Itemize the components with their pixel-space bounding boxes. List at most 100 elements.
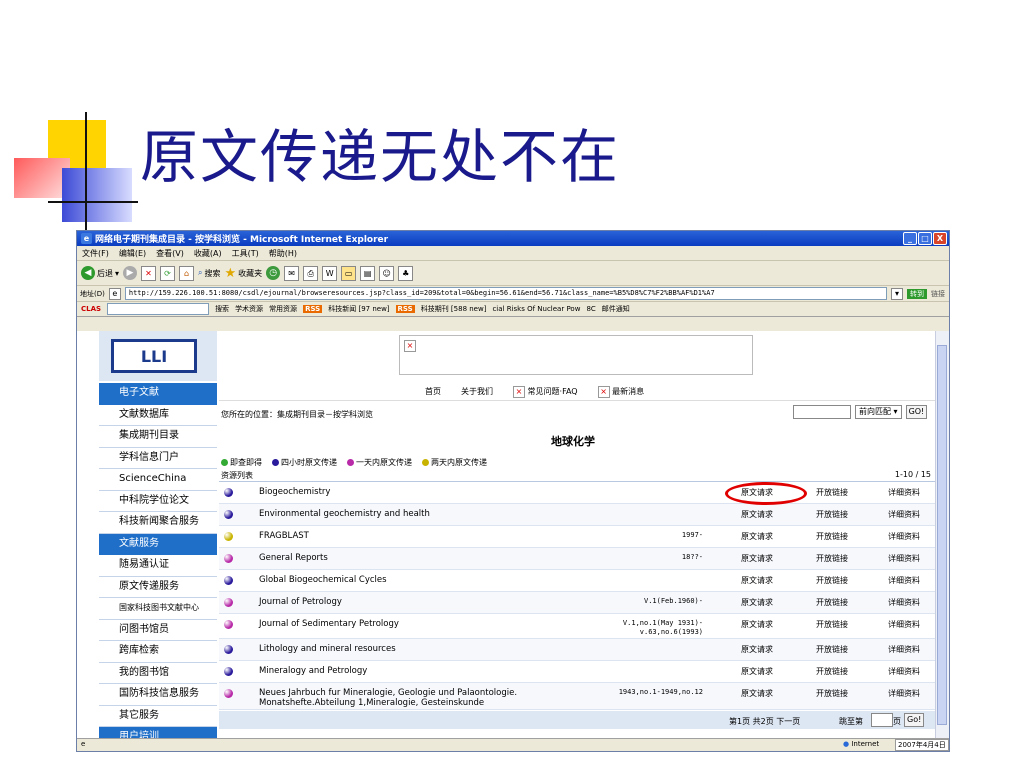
doc-request-link[interactable]: 原文请求 xyxy=(741,531,773,542)
close-button[interactable]: X xyxy=(933,232,947,245)
nav-item-other-services[interactable]: 其它服务 xyxy=(99,705,217,727)
linkbar-journal[interactable]: 科技期刊 [588 new] xyxy=(421,304,487,314)
nav-item-news-service[interactable]: 科技新闻聚合服务 xyxy=(99,512,217,534)
pager-go-button[interactable]: Go! xyxy=(904,713,925,727)
doc-request-link[interactable]: 原文请求 xyxy=(741,575,773,586)
nav-item-cross-search[interactable]: 跨库检索 xyxy=(99,641,217,663)
forward-button[interactable]: ▶ xyxy=(123,266,138,280)
open-link[interactable]: 开放链接 xyxy=(816,688,848,699)
details-link[interactable]: 详细资料 xyxy=(888,597,920,608)
pager-text[interactable]: 第1页 共2页 下一页 xyxy=(729,716,800,727)
back-button[interactable]: ◀ 后退 ▾ xyxy=(81,266,119,280)
nav-item-databases[interactable]: 文献数据库 xyxy=(99,404,217,426)
journal-title-link[interactable]: Journal of Petrology xyxy=(259,597,589,607)
details-link[interactable]: 详细资料 xyxy=(888,575,920,586)
library-logo[interactable]: LLI xyxy=(111,339,197,373)
linkbar-search[interactable]: 搜索 xyxy=(215,304,229,314)
doc-request-link[interactable]: 原文请求 xyxy=(741,509,773,520)
journal-title-link[interactable]: Journal of Sedimentary Petrology xyxy=(259,619,589,629)
open-link[interactable]: 开放链接 xyxy=(816,553,848,564)
refresh-icon[interactable]: ⟳ xyxy=(160,265,176,281)
journal-title-link[interactable]: Environmental geochemistry and health xyxy=(259,509,589,519)
open-link[interactable]: 开放链接 xyxy=(816,487,848,498)
doc-request-link[interactable]: 原文请求 xyxy=(741,553,773,564)
topnav-faq[interactable]: × 常见问题·FAQ xyxy=(513,385,578,398)
messenger-icon[interactable]: ☺ xyxy=(379,265,395,281)
details-link[interactable]: 详细资料 xyxy=(888,531,920,542)
journal-title-link[interactable]: Lithology and mineral resources xyxy=(259,644,589,654)
nav-item-auth[interactable]: 随易通认证 xyxy=(99,555,217,577)
linkbar-news[interactable]: 科技新闻 [97 new] xyxy=(328,304,389,314)
nav-item-sciencechina[interactable]: ScienceChina xyxy=(99,469,217,491)
journal-title-link[interactable]: Global Biogeochemical Cycles xyxy=(259,575,589,585)
go-button[interactable]: 转到 xyxy=(907,288,927,299)
linkbar-ticker[interactable]: cial Risks Of Nuclear Pow xyxy=(492,305,580,313)
details-link[interactable]: 详细资料 xyxy=(888,487,920,498)
linkbar-common[interactable]: 常用资源 xyxy=(269,304,297,314)
details-link[interactable]: 详细资料 xyxy=(888,619,920,630)
folder-icon[interactable]: ▭ xyxy=(341,265,357,281)
nav-item-theses[interactable]: 中科院学位论文 xyxy=(99,490,217,512)
page-number-input[interactable] xyxy=(871,713,893,727)
edit-icon[interactable]: W xyxy=(322,265,338,281)
users-icon[interactable]: ♣ xyxy=(398,265,414,281)
details-link[interactable]: 详细资料 xyxy=(888,644,920,655)
stop-icon[interactable]: ✕ xyxy=(141,265,157,281)
nav-item-subject-portal[interactable]: 学科信息门户 xyxy=(99,447,217,469)
nav-item-ask-librarian[interactable]: 问图书馆员 xyxy=(99,619,217,641)
nav-item-doc-delivery[interactable]: 原文传递服务 xyxy=(99,576,217,598)
match-select[interactable]: 前向匹配 ▾ xyxy=(855,405,902,419)
details-link[interactable]: 详细资料 xyxy=(888,666,920,677)
menu-favorites[interactable]: 收藏(A) xyxy=(194,248,222,259)
nav-item-defense-info[interactable]: 国防科技信息服务 xyxy=(99,684,217,706)
doc-request-link[interactable]: 原文请求 xyxy=(741,619,773,630)
details-link[interactable]: 详细资料 xyxy=(888,688,920,699)
journal-title-link[interactable]: Biogeochemistry xyxy=(259,487,589,497)
topnav-about[interactable]: 关于我们 xyxy=(461,386,493,397)
open-link[interactable]: 开放链接 xyxy=(816,644,848,655)
menu-view[interactable]: 查看(V) xyxy=(156,248,184,259)
doc-request-link[interactable]: 原文请求 xyxy=(741,688,773,699)
topnav-home[interactable]: 首页 xyxy=(425,386,441,397)
journal-title-link[interactable]: General Reports xyxy=(259,553,589,563)
linkbar-mail[interactable]: 邮件通知 xyxy=(602,304,630,314)
topnav-news[interactable]: × 最新消息 xyxy=(597,385,644,398)
journal-title-link[interactable]: FRAGBLAST xyxy=(259,531,589,541)
details-link[interactable]: 详细资料 xyxy=(888,509,920,520)
doc-request-link[interactable]: 原文请求 xyxy=(741,644,773,655)
scrollbar-thumb[interactable] xyxy=(937,345,947,725)
nav-item-my-library[interactable]: 我的图书馆 xyxy=(99,662,217,684)
open-link[interactable]: 开放链接 xyxy=(816,509,848,520)
open-link[interactable]: 开放链接 xyxy=(816,619,848,630)
nav-item-journal-catalog[interactable]: 集成期刊目录 xyxy=(99,426,217,448)
minimize-button[interactable]: _ xyxy=(903,232,917,245)
menu-help[interactable]: 帮助(H) xyxy=(269,248,297,259)
vertical-scrollbar[interactable] xyxy=(935,331,949,739)
links-label[interactable]: 链接 xyxy=(931,289,949,299)
open-link[interactable]: 开放链接 xyxy=(816,666,848,677)
doc-request-link[interactable]: 原文请求 xyxy=(741,666,773,677)
open-link[interactable]: 开放链接 xyxy=(816,531,848,542)
address-input[interactable]: http://159.226.100.51:8080/csdl/ejournal… xyxy=(124,287,887,300)
journal-title-link[interactable]: Mineralogy and Petrology xyxy=(259,666,589,676)
mail-icon[interactable]: ✉ xyxy=(284,265,300,281)
history-icon[interactable]: ◷ xyxy=(266,266,281,280)
favorites-button[interactable]: ★ 收藏夹 xyxy=(225,266,263,281)
chevron-down-icon[interactable]: ▾ xyxy=(891,287,903,300)
clas-dropdown[interactable] xyxy=(107,303,210,315)
research-icon[interactable]: ▤ xyxy=(360,265,376,281)
linkbar-academic[interactable]: 学术资源 xyxy=(235,304,263,314)
nav-item-nstl[interactable]: 国家科技图书文献中心 xyxy=(99,598,217,620)
menu-tools[interactable]: 工具(T) xyxy=(232,248,259,259)
menu-edit[interactable]: 编辑(E) xyxy=(119,248,146,259)
details-link[interactable]: 详细资料 xyxy=(888,553,920,564)
search-button[interactable]: ⌕ 搜索 xyxy=(198,268,220,279)
open-link[interactable]: 开放链接 xyxy=(816,597,848,608)
search-input[interactable] xyxy=(793,405,851,419)
maximize-button[interactable]: □ xyxy=(918,232,932,245)
doc-request-link[interactable]: 原文请求 xyxy=(741,597,773,608)
open-link[interactable]: 开放链接 xyxy=(816,575,848,586)
journal-title-link[interactable]: Neues Jahrbuch fur Mineralogie, Geologie… xyxy=(259,688,589,708)
home-icon[interactable]: ⌂ xyxy=(179,265,195,281)
search-go-button[interactable]: GO! xyxy=(905,405,928,419)
